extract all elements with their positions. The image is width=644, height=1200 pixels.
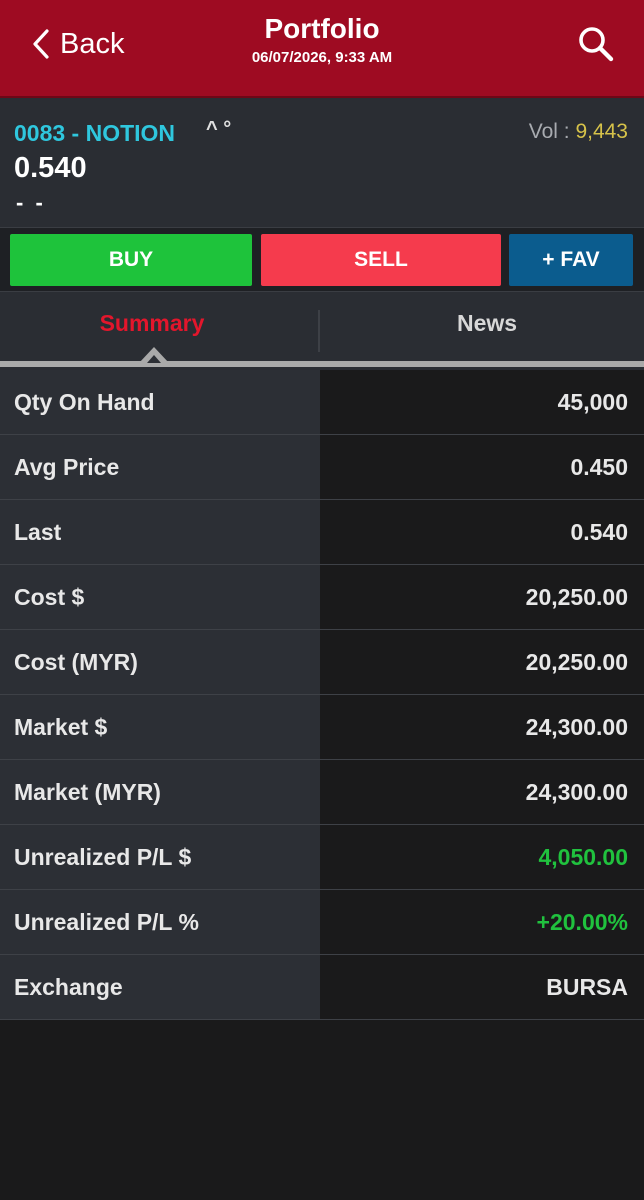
row-label-cost-myr: Cost (MYR) — [0, 630, 320, 694]
row-value-market: 24,300.00 — [320, 695, 644, 759]
page-title: Portfolio — [264, 13, 380, 44]
row-label-unrealized-pl-percent: Unrealized P/L % — [0, 890, 320, 954]
active-tab-caret — [139, 345, 169, 363]
title-block: Portfolio 06/07/2026, 9:33 AM — [0, 12, 644, 68]
search-button[interactable] — [576, 24, 616, 64]
stock-name[interactable]: 0083 - NOTION — [14, 120, 175, 147]
tab-indicator-bar — [0, 361, 644, 367]
search-icon — [576, 27, 616, 68]
tab-divider — [318, 310, 320, 352]
table-row: Exchange BURSA — [0, 955, 644, 1020]
table-row: Avg Price 0.450 — [0, 435, 644, 500]
buy-button[interactable]: BUY — [10, 234, 252, 286]
row-value-exchange: BURSA — [320, 955, 644, 1019]
table-row: Last 0.540 — [0, 500, 644, 565]
table-row: Market $ 24,300.00 — [0, 695, 644, 760]
tab-bar: Summary News — [0, 292, 644, 370]
row-value-cost: 20,250.00 — [320, 565, 644, 629]
row-label-avg-price: Avg Price — [0, 435, 320, 499]
row-label-cost: Cost $ — [0, 565, 320, 629]
portfolio-screen: Back Portfolio 06/07/2026, 9:33 AM 0083 … — [0, 0, 644, 1200]
row-label-market: Market $ — [0, 695, 320, 759]
row-value-cost-myr: 20,250.00 — [320, 630, 644, 694]
stock-info-panel: 0083 - NOTION ^ ° Vol : 9,443 0.540 - - — [0, 98, 644, 228]
stock-change: - - — [16, 190, 46, 215]
table-row: Qty On Hand 45,000 — [0, 370, 644, 435]
header-bar: Back Portfolio 06/07/2026, 9:33 AM — [0, 0, 644, 98]
page-datetime: 06/07/2026, 9:33 AM — [251, 49, 393, 66]
table-row: Cost $ 20,250.00 — [0, 565, 644, 630]
row-label-last: Last — [0, 500, 320, 564]
add-favourite-button[interactable]: + FAV — [509, 234, 633, 286]
volume-display: Vol : 9,443 — [529, 120, 628, 144]
sell-button[interactable]: SELL — [261, 234, 501, 286]
row-value-unrealized-pl: 4,050.00 — [320, 825, 644, 889]
action-bar: BUY SELL + FAV — [0, 228, 644, 292]
summary-table: Qty On Hand 45,000 Avg Price 0.450 Last … — [0, 370, 644, 1020]
stock-price: 0.540 — [14, 152, 87, 184]
row-label-qty-on-hand: Qty On Hand — [0, 370, 320, 434]
row-label-market-myr: Market (MYR) — [0, 760, 320, 824]
tab-summary[interactable]: Summary — [0, 310, 304, 340]
volume-value: 9,443 — [575, 120, 628, 143]
table-row: Cost (MYR) 20,250.00 — [0, 630, 644, 695]
table-row: Unrealized P/L $ 4,050.00 — [0, 825, 644, 890]
table-row: Market (MYR) 24,300.00 — [0, 760, 644, 825]
row-value-market-myr: 24,300.00 — [320, 760, 644, 824]
row-value-qty-on-hand: 45,000 — [320, 370, 644, 434]
row-value-unrealized-pl-percent: +20.00% — [320, 890, 644, 954]
tab-news[interactable]: News — [330, 310, 644, 340]
volume-label: Vol : — [528, 120, 570, 143]
row-value-last: 0.540 — [320, 500, 644, 564]
row-label-exchange: Exchange — [0, 955, 320, 1019]
table-row: Unrealized P/L % +20.00% — [0, 890, 644, 955]
row-value-avg-price: 0.450 — [320, 435, 644, 499]
stock-flags: ^ ° — [206, 118, 232, 140]
row-label-unrealized-pl: Unrealized P/L $ — [0, 825, 320, 889]
